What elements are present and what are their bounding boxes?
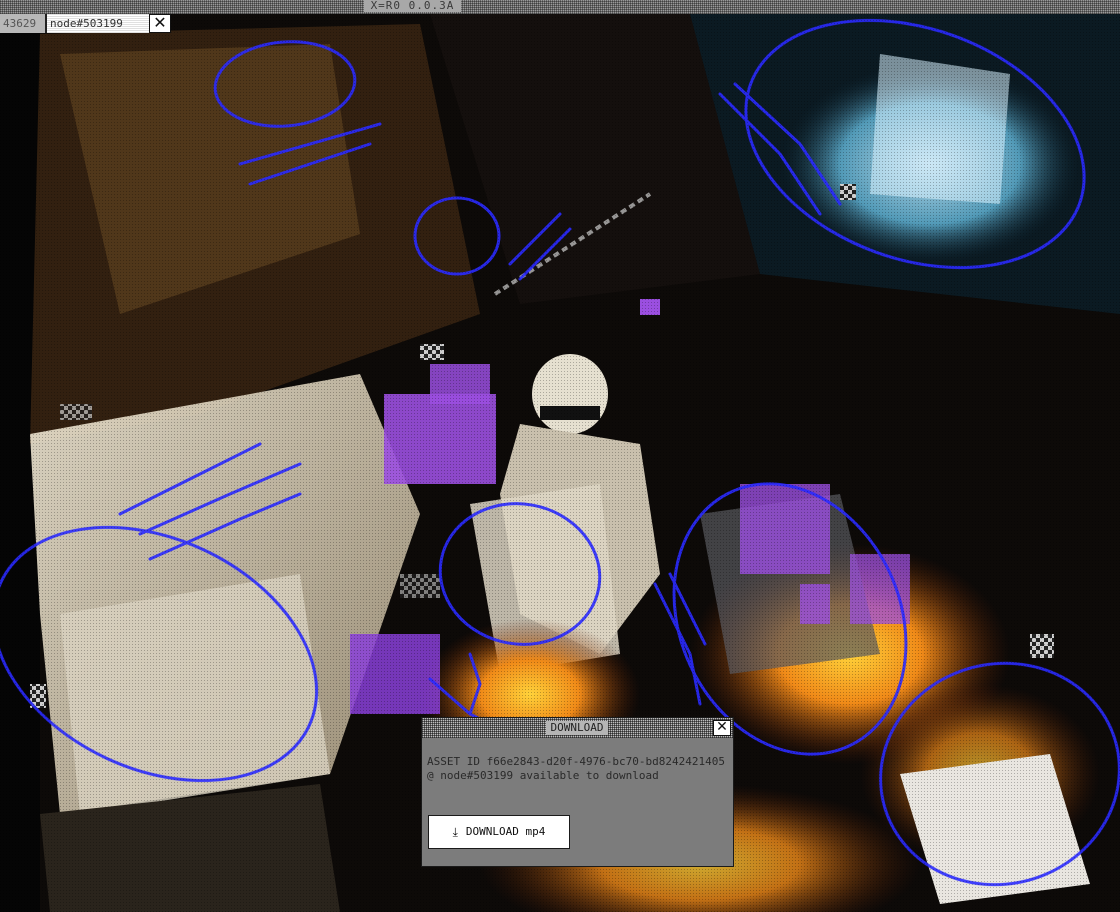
top-system-bar: X=R0 0.0.3A: [0, 0, 1120, 14]
dialog-message: ASSET ID f66e2843-d20f-4976-bc70-bd82424…: [427, 755, 726, 782]
tab-close-icon[interactable]: ✕: [149, 14, 171, 33]
dialog-title: DOWNLOAD: [546, 721, 608, 735]
tab-node[interactable]: node#503199: [47, 14, 149, 33]
download-dialog: DOWNLOAD ✕ ASSET ID f66e2843-d20f-4976-b…: [421, 717, 734, 867]
close-icon[interactable]: ✕: [713, 720, 731, 736]
dialog-titlebar[interactable]: DOWNLOAD ✕: [422, 718, 733, 738]
tab-strip: 43629 node#503199 ✕: [0, 14, 171, 33]
download-icon: ⤓: [452, 825, 458, 839]
system-title: X=R0 0.0.3A: [364, 0, 461, 12]
download-mp4-button[interactable]: ⤓ DOWNLOAD mp4: [428, 815, 570, 849]
download-button-label: DOWNLOAD mp4: [465, 825, 546, 838]
tab-43629[interactable]: 43629: [0, 14, 47, 33]
